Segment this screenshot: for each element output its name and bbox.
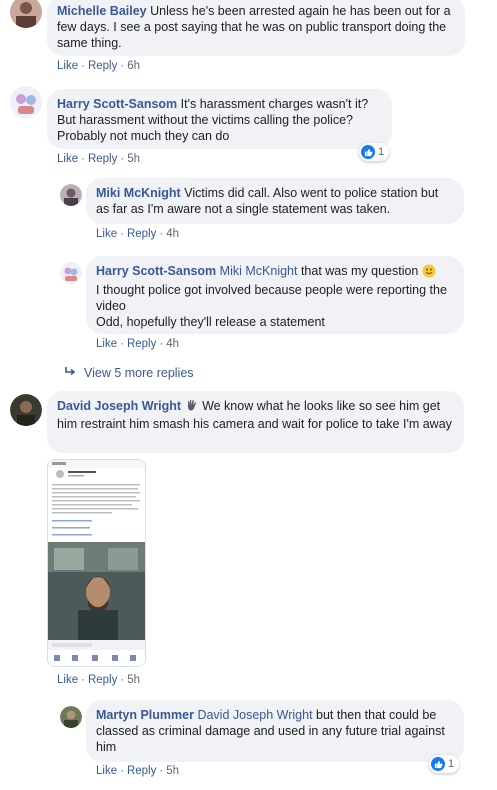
timestamp[interactable]: 4h <box>166 228 179 240</box>
timestamp[interactable]: 4h <box>166 338 179 350</box>
reply-link[interactable]: Reply <box>88 60 117 72</box>
avatar[interactable] <box>60 262 82 284</box>
comment-author[interactable]: Michelle Bailey <box>57 4 147 18</box>
comment-author[interactable]: Harry Scott-Sansom <box>57 97 177 111</box>
reaction-count: 1 <box>448 758 455 770</box>
reaction-count: 1 <box>378 146 385 158</box>
reply-bubble: Miki McKnight Victims did call. Also wen… <box>86 178 464 224</box>
reply-link[interactable]: Reply <box>88 153 117 165</box>
like-reaction-icon <box>431 757 445 771</box>
reply-text-line1: that was my question <box>300 264 419 278</box>
reply-author[interactable]: Martyn Plummer <box>96 708 194 722</box>
timestamp[interactable]: 5h <box>127 674 140 686</box>
avatar-photo-icon <box>60 184 82 206</box>
reaction-summary[interactable]: 1 <box>359 143 390 161</box>
smiley-emoji-icon <box>422 264 436 282</box>
comment-bubble: Harry Scott-Sansom It's harassment charg… <box>47 89 392 149</box>
comment-bubble: Michelle Bailey Unless he's been arreste… <box>47 0 465 56</box>
reply-text-rest: I thought police got involved because pe… <box>96 283 447 313</box>
view-more-label[interactable]: View 5 more replies <box>84 366 194 380</box>
avatar[interactable] <box>10 86 42 118</box>
comment-bubble: David Joseph Wright We know what he look… <box>47 391 464 453</box>
comment-actions: Like · Reply · 5h <box>57 153 140 165</box>
waving-hand-icon <box>185 398 199 416</box>
avatar[interactable] <box>60 706 82 728</box>
reply-arrow-icon <box>64 366 76 381</box>
reply-author[interactable]: Harry Scott-Sansom <box>96 264 216 278</box>
avatar-cartoon-icon <box>60 262 82 284</box>
reply-link[interactable]: Reply <box>127 338 156 350</box>
comment-michelle-bailey: Michelle Bailey Unless he's been arreste… <box>0 0 497 78</box>
reaction-summary[interactable]: 1 <box>429 755 460 773</box>
reply-link[interactable]: Reply <box>88 674 117 686</box>
avatar[interactable] <box>10 394 42 426</box>
comment-author[interactable]: David Joseph Wright <box>57 399 181 413</box>
attached-image[interactable] <box>47 459 146 667</box>
reply-author[interactable]: Miki McKnight <box>96 186 181 200</box>
view-more-replies[interactable]: View 5 more replies <box>64 366 194 381</box>
timestamp[interactable]: 5h <box>166 765 179 777</box>
comment-actions: Like · Reply · 5h <box>57 674 140 686</box>
like-link[interactable]: Like <box>96 765 117 777</box>
avatar-photo-icon <box>10 394 42 426</box>
reply-link[interactable]: Reply <box>127 765 156 777</box>
avatar[interactable] <box>10 0 42 28</box>
like-link[interactable]: Like <box>57 60 78 72</box>
mention-link[interactable]: Miki McKnight <box>220 264 298 278</box>
avatar-photo-icon <box>60 706 82 728</box>
reply-actions: Like · Reply · 5h <box>96 765 179 777</box>
reply-bubble: Harry Scott-Sansom Miki McKnight that wa… <box>86 256 464 334</box>
like-link[interactable]: Like <box>57 153 78 165</box>
avatar[interactable] <box>60 184 82 206</box>
like-reaction-icon <box>361 145 375 159</box>
reply-text-last: Odd, hopefully they'll release a stateme… <box>96 315 325 329</box>
reply-actions: Like · Reply · 4h <box>96 228 179 240</box>
reply-link[interactable]: Reply <box>127 228 156 240</box>
avatar-photo-icon <box>10 0 42 28</box>
avatar-cartoon-icon <box>10 86 42 118</box>
like-link[interactable]: Like <box>96 338 117 350</box>
like-link[interactable]: Like <box>96 228 117 240</box>
like-link[interactable]: Like <box>57 674 78 686</box>
reply-actions: Like · Reply · 4h <box>96 338 179 350</box>
timestamp[interactable]: 6h <box>127 60 140 72</box>
timestamp[interactable]: 5h <box>127 153 140 165</box>
reply-bubble: Martyn Plummer David Joseph Wright but t… <box>86 700 464 762</box>
phone-screenshot-image <box>48 460 145 666</box>
comment-actions: Like · Reply · 6h <box>57 60 140 72</box>
mention-link[interactable]: David Joseph Wright <box>197 708 312 722</box>
